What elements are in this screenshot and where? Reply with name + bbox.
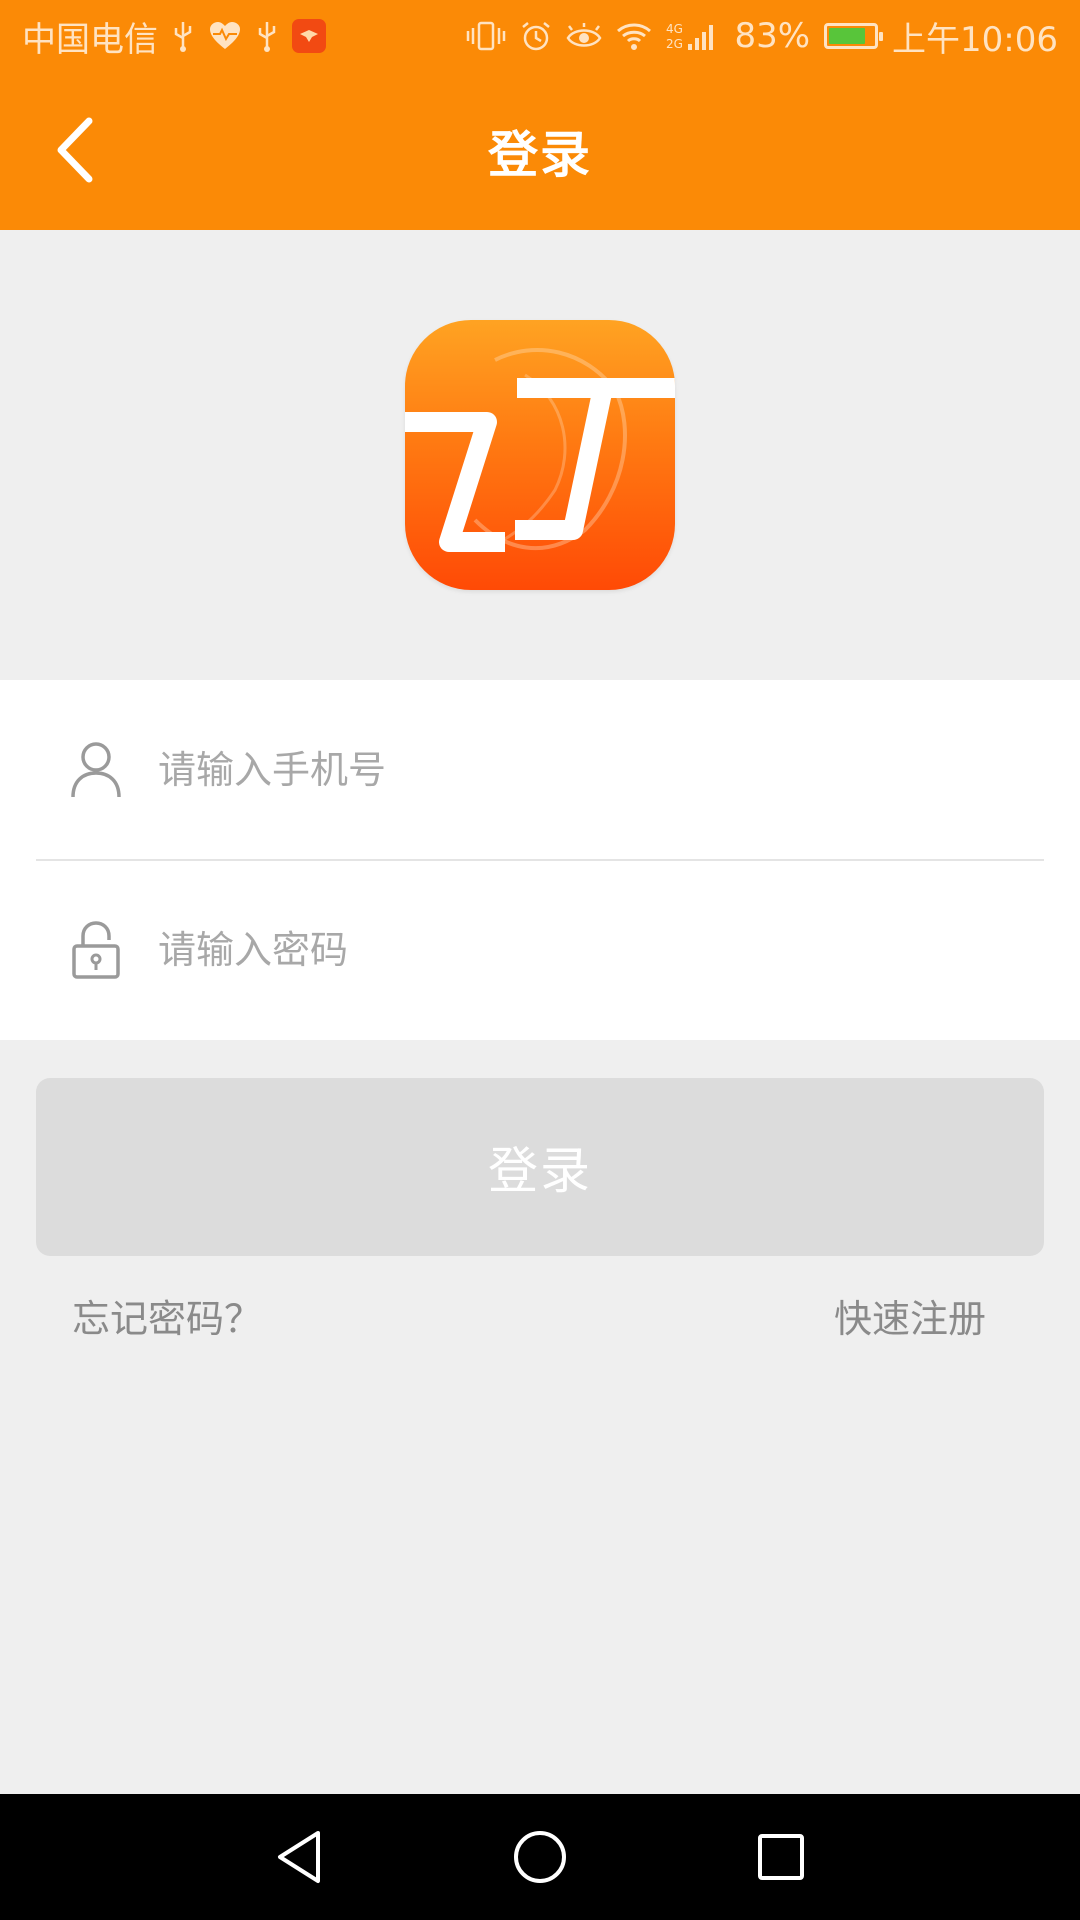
password-field	[0, 860, 1080, 1040]
nav-back-button[interactable]	[266, 1824, 332, 1890]
heart-rate-icon	[208, 21, 242, 51]
login-button[interactable]: 登录	[36, 1078, 1044, 1256]
nav-home-button[interactable]	[507, 1824, 573, 1890]
wifi-icon	[616, 21, 652, 51]
eye-icon	[566, 22, 602, 50]
lock-icon	[66, 920, 126, 980]
svg-text:2G: 2G	[666, 37, 683, 51]
circle-home-icon	[514, 1831, 566, 1883]
app-notification-icon	[292, 19, 326, 53]
system-nav-bar	[0, 1794, 1080, 1920]
alarm-icon	[520, 20, 552, 52]
phone-input[interactable]	[156, 729, 1020, 811]
login-form	[0, 680, 1080, 1040]
chevron-left-icon	[57, 117, 93, 183]
svg-text:4G: 4G	[666, 22, 683, 36]
page-title: 登录	[488, 126, 592, 184]
usb-icon	[256, 20, 278, 52]
square-recents-icon	[758, 1834, 804, 1880]
forgot-password-link[interactable]: 忘记密码？	[72, 1288, 262, 1343]
usb-icon	[172, 20, 194, 52]
quick-register-link[interactable]: 快速注册	[834, 1288, 986, 1343]
battery-charging-icon	[824, 23, 884, 49]
clock: 上午10:06	[892, 19, 1058, 60]
password-input[interactable]	[156, 909, 1020, 991]
status-bar-left: 中国电信	[22, 12, 326, 61]
status-bar-right: 4G 2G 83% 上午10:06	[466, 12, 1058, 61]
status-bar: 中国电信 4G 2G 83% 上午10:06	[0, 0, 1080, 72]
back-button[interactable]	[36, 110, 116, 190]
nav-recents-button[interactable]	[748, 1824, 814, 1890]
battery-fill	[829, 28, 865, 44]
battery-percent: 83%	[734, 16, 811, 56]
vibrate-icon	[466, 20, 506, 52]
triangle-back-icon	[278, 1831, 320, 1883]
user-icon	[66, 740, 126, 800]
app-logo-icon: 订	[405, 320, 675, 590]
phone-field	[0, 680, 1080, 861]
signal-icon: 4G 2G	[666, 20, 720, 52]
carrier-label: 中国电信	[22, 19, 158, 60]
app-header: 登录	[0, 72, 1080, 230]
